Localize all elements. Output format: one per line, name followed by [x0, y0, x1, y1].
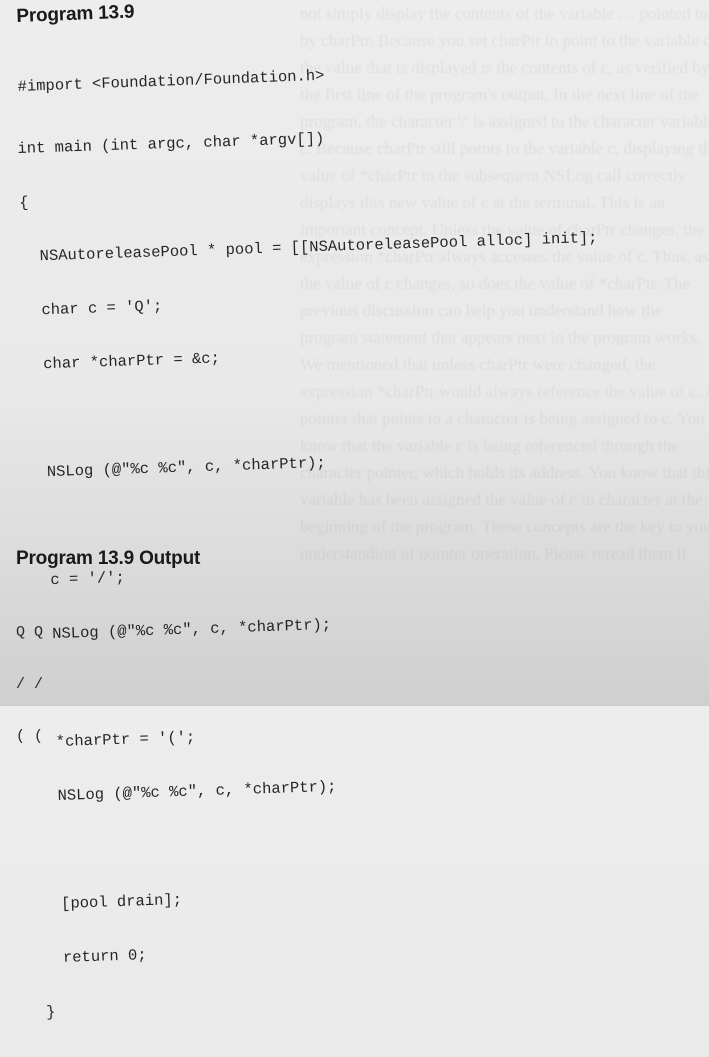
code-line: *charPtr = '(';	[36, 728, 196, 752]
code-line: NSLog (@"%c %c", c, *charPtr);	[38, 777, 337, 806]
code-line: int main (int argc, char *argv[])	[17, 129, 325, 158]
code-line: NSLog (@"%c %c", c, *charPtr);	[27, 453, 327, 482]
code-line: return 0;	[44, 946, 147, 968]
output-line: / /	[16, 676, 44, 693]
code-line: char *charPtr = &c;	[24, 349, 221, 374]
code-line: NSAutoreleasePool * pool = [[NSAutorelea…	[20, 228, 598, 266]
code-line: {	[18, 193, 29, 212]
code-line: [pool drain];	[42, 890, 183, 914]
code-line: }	[45, 1003, 56, 1022]
code-line: char c = 'Q';	[22, 297, 163, 320]
import-line: #import <Foundation/Foundation.h>	[17, 66, 325, 96]
output-listing: Q Q / / ( (	[16, 590, 52, 780]
book-page: Program 13.9 #import <Foundation/Foundat…	[0, 0, 709, 1021]
output-title: Program 13.9 Output	[16, 548, 201, 569]
code-line: NSLog (@"%c %c", c, *charPtr);	[33, 615, 332, 644]
output-line: Q Q	[16, 624, 44, 641]
program-title: Program 13.9	[16, 1, 135, 27]
output-line: ( (	[16, 728, 44, 745]
code-listing: int main (int argc, char *argv[]) { NSAu…	[16, 85, 624, 1057]
